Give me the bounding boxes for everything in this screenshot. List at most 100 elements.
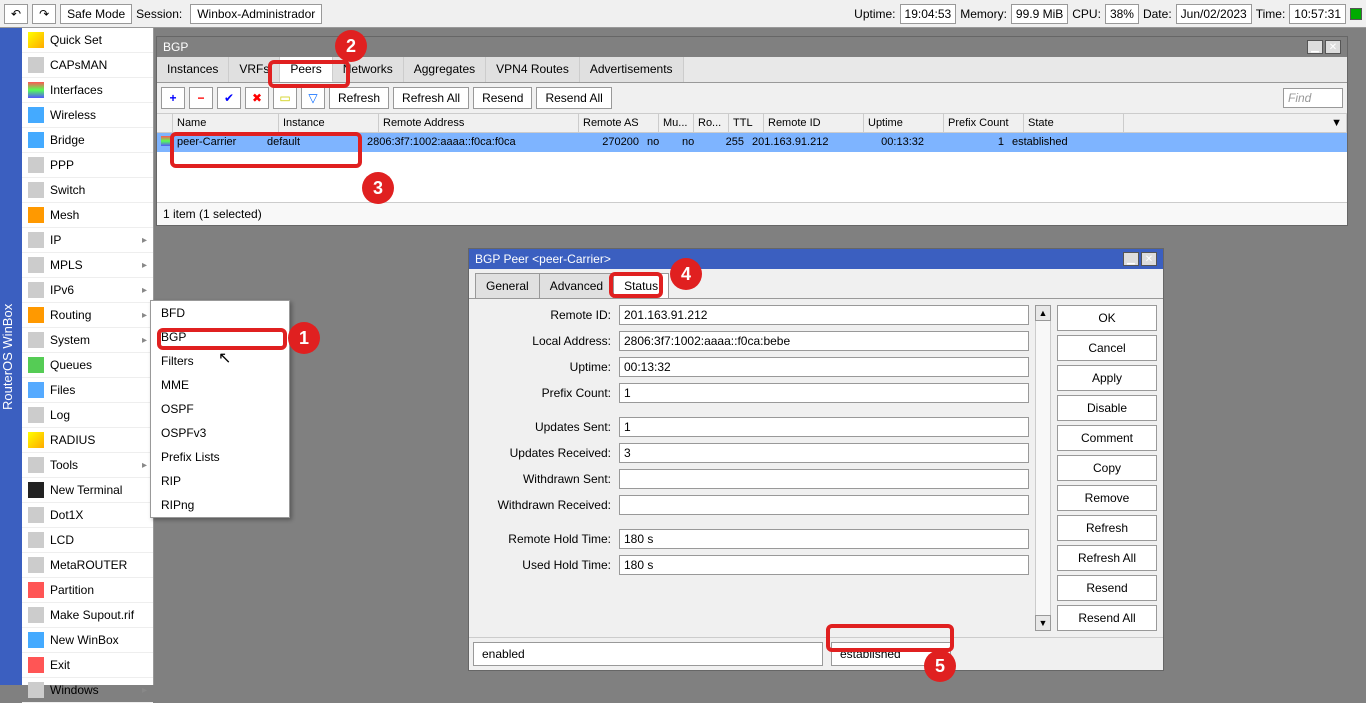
resend-button[interactable]: Resend	[473, 87, 532, 109]
cancel-button[interactable]: Cancel	[1057, 335, 1157, 361]
sidebar-item-mesh[interactable]: Mesh	[22, 203, 153, 228]
column-header[interactable]: Remote Address	[379, 114, 579, 132]
disable-button[interactable]: Disable	[1057, 395, 1157, 421]
column-header[interactable]: Remote ID	[764, 114, 864, 132]
sidebar-item-log[interactable]: Log	[22, 403, 153, 428]
form-scrollbar[interactable]: ▲ ▼	[1035, 305, 1051, 631]
column-header[interactable]: Remote AS	[579, 114, 659, 132]
sidebar-item-new-terminal[interactable]: New Terminal	[22, 478, 153, 503]
minimize-icon[interactable]: ▁	[1307, 40, 1323, 54]
tab-networks[interactable]: Networks	[333, 57, 404, 82]
sidebar: Quick SetCAPsMANInterfacesWirelessBridge…	[22, 28, 154, 685]
copy-button[interactable]: Copy	[1057, 455, 1157, 481]
sidebar-item-lcd[interactable]: LCD	[22, 528, 153, 553]
sidebar-item-label: Make Supout.rif	[50, 608, 134, 622]
column-header[interactable]: Mu...	[659, 114, 694, 132]
menu-icon	[28, 282, 44, 298]
sidebar-item-files[interactable]: Files	[22, 378, 153, 403]
submenu-item-bfd[interactable]: BFD	[151, 301, 289, 325]
sidebar-item-label: Queues	[50, 358, 92, 372]
remove-icon[interactable]: −	[189, 87, 213, 109]
submenu-item-prefix-lists[interactable]: Prefix Lists	[151, 445, 289, 469]
undo-button[interactable]: ↶	[4, 4, 28, 24]
disable-icon[interactable]: ✖	[245, 87, 269, 109]
peer-tab-general[interactable]: General	[475, 273, 540, 298]
column-header[interactable]: Uptime	[864, 114, 944, 132]
resend-button[interactable]: Resend	[1057, 575, 1157, 601]
column-header[interactable]: Instance	[279, 114, 379, 132]
column-header[interactable]: Prefix Count	[944, 114, 1024, 132]
sidebar-item-radius[interactable]: RADIUS	[22, 428, 153, 453]
sidebar-item-queues[interactable]: Queues	[22, 353, 153, 378]
refresh-button[interactable]: Refresh	[1057, 515, 1157, 541]
column-header[interactable]: State	[1024, 114, 1124, 132]
sidebar-item-windows[interactable]: Windows▸	[22, 678, 153, 703]
ok-button[interactable]: OK	[1057, 305, 1157, 331]
close-icon[interactable]: ✕	[1325, 40, 1341, 54]
column-menu-icon[interactable]: ▼	[1124, 114, 1347, 132]
sidebar-item-dot1x[interactable]: Dot1X	[22, 503, 153, 528]
submenu-item-ospfv3[interactable]: OSPFv3	[151, 421, 289, 445]
tab-vpn4-routes[interactable]: VPN4 Routes	[486, 57, 580, 82]
sidebar-item-capsman[interactable]: CAPsMAN	[22, 53, 153, 78]
enable-icon[interactable]: ✔	[217, 87, 241, 109]
sidebar-item-tools[interactable]: Tools▸	[22, 453, 153, 478]
redo-button[interactable]: ↷	[32, 4, 56, 24]
submenu-arrow-icon: ▸	[142, 285, 147, 296]
sidebar-item-new-winbox[interactable]: New WinBox	[22, 628, 153, 653]
refresh-all-button[interactable]: Refresh All	[393, 87, 469, 109]
submenu-item-mme[interactable]: MME	[151, 373, 289, 397]
submenu-item-ripng[interactable]: RIPng	[151, 493, 289, 517]
tab-peers[interactable]: Peers	[280, 57, 332, 82]
peer-tab-status[interactable]: Status	[613, 273, 669, 298]
close-icon[interactable]: ✕	[1141, 252, 1157, 266]
resend-all-button[interactable]: Resend All	[536, 87, 611, 109]
remove-button[interactable]: Remove	[1057, 485, 1157, 511]
find-input[interactable]: Find	[1283, 88, 1343, 108]
comment-icon[interactable]: ▭	[273, 87, 297, 109]
sidebar-item-partition[interactable]: Partition	[22, 578, 153, 603]
refresh-all-button[interactable]: Refresh All	[1057, 545, 1157, 571]
menu-icon	[28, 57, 44, 73]
column-header[interactable]: Name	[173, 114, 279, 132]
sidebar-item-make-supout-rif[interactable]: Make Supout.rif	[22, 603, 153, 628]
table-row[interactable]: peer-Carrier default 2806:3f7:1002:aaaa:…	[157, 133, 1347, 152]
peer-tab-advanced[interactable]: Advanced	[539, 273, 614, 298]
sidebar-item-wireless[interactable]: Wireless	[22, 103, 153, 128]
sidebar-item-switch[interactable]: Switch	[22, 178, 153, 203]
submenu-item-bgp[interactable]: BGP	[151, 325, 289, 349]
sidebar-item-bridge[interactable]: Bridge	[22, 128, 153, 153]
column-header[interactable]: TTL	[729, 114, 764, 132]
tab-advertisements[interactable]: Advertisements	[580, 57, 684, 82]
comment-button[interactable]: Comment	[1057, 425, 1157, 451]
filter-icon[interactable]: ▽	[301, 87, 325, 109]
tab-aggregates[interactable]: Aggregates	[404, 57, 486, 82]
add-icon[interactable]: +	[161, 87, 185, 109]
tab-instances[interactable]: Instances	[157, 57, 229, 82]
sidebar-item-ipv6[interactable]: IPv6▸	[22, 278, 153, 303]
sidebar-item-interfaces[interactable]: Interfaces	[22, 78, 153, 103]
submenu-item-rip[interactable]: RIP	[151, 469, 289, 493]
peer-window-titlebar[interactable]: BGP Peer <peer-Carrier> ▁ ✕	[469, 249, 1163, 269]
column-header[interactable]: Ro...	[694, 114, 729, 132]
scroll-up-icon[interactable]: ▲	[1035, 305, 1051, 321]
sidebar-item-metarouter[interactable]: MetaROUTER	[22, 553, 153, 578]
sidebar-item-label: Windows	[50, 683, 99, 697]
sidebar-item-system[interactable]: System▸	[22, 328, 153, 353]
sidebar-item-exit[interactable]: Exit	[22, 653, 153, 678]
sidebar-item-label: Exit	[50, 658, 70, 672]
sidebar-item-quick-set[interactable]: Quick Set	[22, 28, 153, 53]
safe-mode-button[interactable]: Safe Mode	[60, 4, 132, 24]
sidebar-item-ip[interactable]: IP▸	[22, 228, 153, 253]
sidebar-item-mpls[interactable]: MPLS▸	[22, 253, 153, 278]
tab-vrfs[interactable]: VRFs	[229, 57, 280, 82]
sidebar-item-ppp[interactable]: PPP	[22, 153, 153, 178]
submenu-item-ospf[interactable]: OSPF	[151, 397, 289, 421]
sidebar-item-routing[interactable]: Routing▸	[22, 303, 153, 328]
resend-all-button[interactable]: Resend All	[1057, 605, 1157, 631]
scroll-down-icon[interactable]: ▼	[1035, 615, 1051, 631]
cpu-value: 38%	[1105, 4, 1139, 24]
apply-button[interactable]: Apply	[1057, 365, 1157, 391]
minimize-icon[interactable]: ▁	[1123, 252, 1139, 266]
refresh-button[interactable]: Refresh	[329, 87, 389, 109]
